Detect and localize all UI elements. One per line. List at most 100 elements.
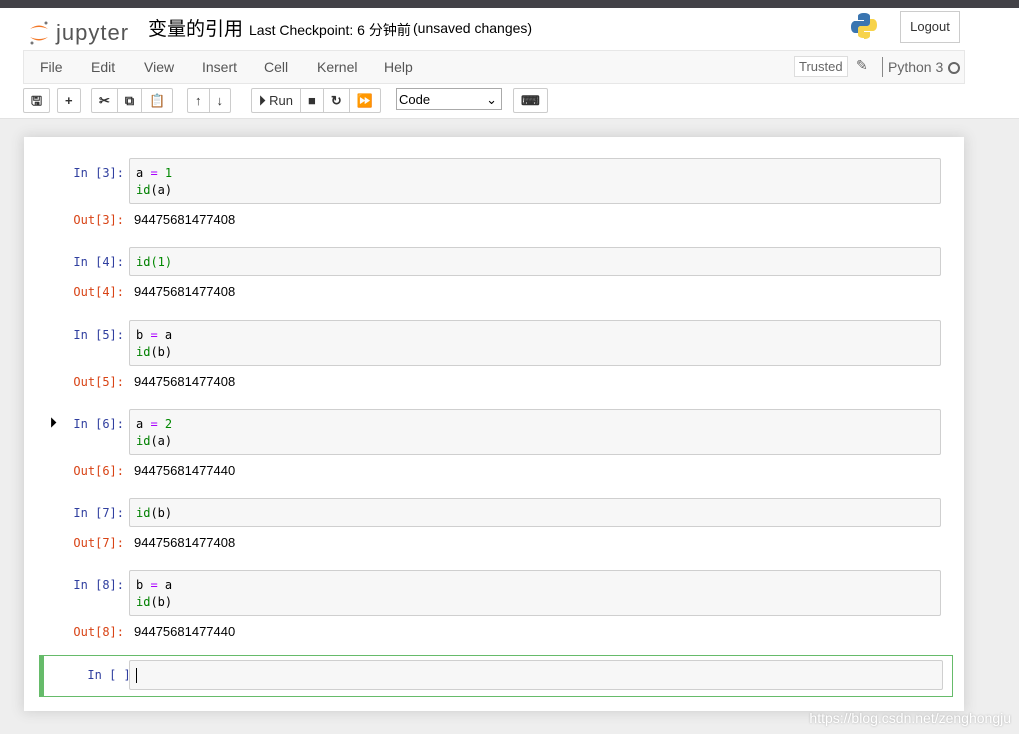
- out-prompt: Out[8]:: [73, 625, 124, 639]
- cell-output: 94475681477408: [134, 535, 236, 550]
- menu-view[interactable]: View: [144, 59, 174, 75]
- code-input[interactable]: b = a id(b): [129, 320, 941, 366]
- logout-button[interactable]: Logout: [900, 11, 960, 43]
- jupyter-logo-icon: [30, 21, 48, 45]
- code-token: (1): [150, 255, 173, 269]
- in-prompt: In [8]:: [73, 578, 124, 592]
- code-line: id(b): [136, 344, 934, 361]
- cell-output: 94475681477440: [134, 463, 236, 478]
- code-input[interactable]: a = 1 id(a): [129, 158, 941, 204]
- cell-output: 94475681477440: [134, 624, 236, 639]
- code-token: id: [136, 595, 151, 609]
- out-prompt: Out[7]:: [73, 536, 124, 550]
- code-line: b = a: [136, 577, 934, 594]
- fast-forward-icon[interactable]: ⏩: [350, 89, 380, 112]
- code-line: id(a): [136, 433, 934, 450]
- menu-edit[interactable]: Edit: [91, 59, 115, 75]
- cut-icon[interactable]: ✂: [92, 89, 118, 112]
- menu-cell[interactable]: Cell: [264, 59, 288, 75]
- code-token: id: [136, 434, 151, 448]
- notebook-name[interactable]: 变量的引用: [148, 14, 243, 41]
- kernel-idle-icon: [948, 62, 960, 74]
- run-icon: ⏵: [259, 93, 266, 108]
- in-prompt: In [3]:: [73, 166, 124, 180]
- code-line: a = 1: [136, 165, 934, 182]
- checkpoint-status: Last Checkpoint: 6 分钟前: [249, 22, 411, 38]
- run-label: Run: [269, 93, 293, 108]
- save-group: 🖫: [23, 88, 51, 113]
- code-token: (a): [150, 183, 173, 197]
- keyboard-group: ⌨: [513, 88, 548, 113]
- code-token: id: [136, 506, 151, 520]
- selected-empty-cell[interactable]: In [ ]:: [39, 655, 953, 697]
- arrow-up-icon[interactable]: ↑: [188, 89, 210, 112]
- code-line: a = 2: [136, 416, 934, 433]
- code-token: id: [136, 255, 151, 269]
- code-line: id(b): [136, 505, 934, 522]
- code-input[interactable]: b = a id(b): [129, 570, 941, 616]
- code-token: =: [143, 417, 165, 431]
- code-token: a: [164, 578, 173, 592]
- code-line: id(a): [136, 182, 934, 199]
- jupyter-logo[interactable]: jupyter: [28, 20, 129, 46]
- browser-top-bar: [0, 0, 1019, 8]
- restart-icon[interactable]: ↻: [324, 89, 350, 112]
- code-input[interactable]: [129, 660, 943, 690]
- menu-insert[interactable]: Insert: [202, 59, 237, 75]
- keyboard-icon[interactable]: ⌨: [514, 89, 547, 112]
- paste-icon[interactable]: 📋: [142, 89, 172, 112]
- out-prompt: Out[5]:: [73, 375, 124, 389]
- code-line: id(1): [136, 254, 934, 271]
- code-input[interactable]: id(1): [129, 247, 941, 276]
- running-indicator-icon: ⏵: [50, 415, 57, 430]
- logo-text: jupyter: [56, 20, 130, 45]
- in-prompt: In [4]:: [73, 255, 124, 269]
- notebook-container: In [ ]: In [3]: a = 1 id(a) Out[3]: 94475681…: [24, 137, 964, 711]
- copy-icon[interactable]: ⧉: [118, 89, 143, 112]
- code-token: 2: [164, 417, 173, 431]
- code-token: =: [143, 166, 165, 180]
- code-token: a: [164, 328, 173, 342]
- pencil-icon[interactable]: ✎: [856, 57, 868, 74]
- in-prompt: In [ ]:: [87, 668, 138, 682]
- cell-type-select[interactable]: Code ⌄: [396, 88, 502, 110]
- menubar: File Edit View Insert Cell Kernel Help T…: [23, 50, 965, 84]
- menu-kernel[interactable]: Kernel: [317, 59, 357, 75]
- code-token: (a): [150, 434, 173, 448]
- stop-icon[interactable]: ■: [301, 89, 324, 112]
- run-button[interactable]: ⏵ Run: [252, 89, 301, 112]
- arrow-down-icon[interactable]: ↓: [210, 89, 231, 112]
- in-prompt: In [5]:: [73, 328, 124, 342]
- menu-help[interactable]: Help: [384, 59, 413, 75]
- code-token: (b): [150, 345, 173, 359]
- python-logo-icon: [851, 13, 877, 39]
- code-token: id: [136, 183, 151, 197]
- code-line: b = a: [136, 327, 934, 344]
- out-prompt: Out[6]:: [73, 464, 124, 478]
- out-prompt: Out[3]:: [73, 213, 124, 227]
- plus-icon[interactable]: +: [58, 89, 80, 112]
- menu-file[interactable]: File: [40, 59, 63, 75]
- run-group: ⏵ Run ■ ↻ ⏩: [251, 88, 381, 113]
- move-group: ↑ ↓: [187, 88, 231, 113]
- cell-type-value: Code: [399, 92, 431, 107]
- code-input[interactable]: id(b): [129, 498, 941, 527]
- code-token: (b): [150, 595, 173, 609]
- insert-group: +: [57, 88, 81, 113]
- code-token: id: [136, 345, 151, 359]
- trusted-indicator[interactable]: Trusted: [794, 56, 848, 77]
- watermark: https://blog.csdn.net/zenghongju: [809, 710, 1011, 726]
- save-icon[interactable]: 🖫: [24, 89, 49, 112]
- code-line: id(b): [136, 594, 934, 611]
- autosave-status: (unsaved changes): [413, 20, 533, 36]
- cell-output: 94475681477408: [134, 212, 236, 227]
- code-input[interactable]: a = 2 id(a): [129, 409, 941, 455]
- code-token: =: [143, 328, 165, 342]
- cell-output: 94475681477408: [134, 284, 236, 299]
- header: jupyter 变量的引用 Last Checkpoint: 6 分钟前 (un…: [0, 8, 1019, 119]
- code-token: 1: [164, 166, 173, 180]
- in-prompt: In [6]:: [73, 417, 124, 431]
- code-token: =: [143, 578, 165, 592]
- text-cursor: [136, 668, 137, 683]
- in-prompt: In [7]:: [73, 506, 124, 520]
